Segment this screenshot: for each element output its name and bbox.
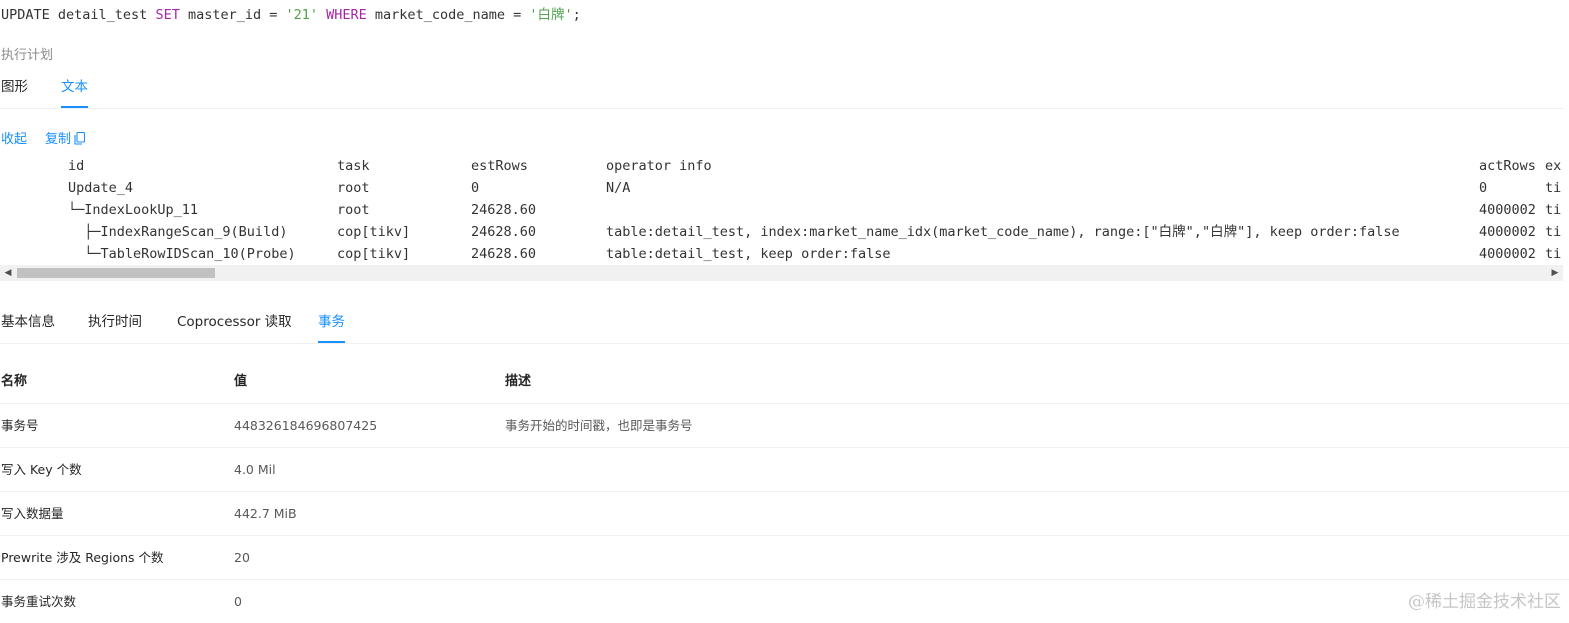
plan-cell-info: table:detail_test, index:market_name_idx… bbox=[606, 224, 1400, 240]
row-value: 442.7 MiB bbox=[234, 506, 297, 521]
plan-cell-estrows: 24628.60 bbox=[471, 246, 537, 262]
sql-text: market_code_name = bbox=[366, 7, 530, 23]
plan-view-tabs: 图形 文本 bbox=[0, 72, 1563, 109]
watermark: @稀土掘金技术社区 bbox=[1408, 592, 1561, 612]
plan-row: ├─IndexRangeScan_9(Build) cop[tikv] 2462… bbox=[0, 221, 1563, 243]
tab-graph[interactable]: 图形 bbox=[1, 72, 28, 106]
copy-icon bbox=[74, 131, 86, 149]
tab-text[interactable]: 文本 bbox=[61, 72, 88, 108]
sql-statement: UPDATE detail_test SET master_id = '21' … bbox=[1, 5, 581, 25]
plan-cell-id: Update_4 bbox=[68, 180, 134, 196]
plan-cell-estrows: 24628.60 bbox=[471, 202, 537, 218]
plan-cell-ex: ti bbox=[1545, 246, 1562, 262]
plan-col-id: id bbox=[68, 158, 85, 174]
sql-text: ; bbox=[572, 7, 581, 23]
plan-col-estrows: estRows bbox=[471, 158, 528, 174]
plan-header-row: id task estRows operator info actRows ex bbox=[0, 155, 1563, 177]
plan-cell-task: root bbox=[337, 202, 370, 218]
plan-cell-ex: ti bbox=[1545, 224, 1562, 240]
row-value: 20 bbox=[234, 550, 250, 565]
plan-section-label: 执行计划 bbox=[1, 48, 54, 63]
table-row: 写入数据量 442.7 MiB bbox=[0, 492, 1569, 536]
table-row: 事务重试次数 0 bbox=[0, 580, 1569, 623]
row-value: 0 bbox=[234, 594, 242, 609]
header-value: 值 bbox=[234, 374, 248, 389]
scroll-right-arrow-icon[interactable]: ▶ bbox=[1547, 265, 1563, 281]
tab-execution-time[interactable]: 执行时间 bbox=[88, 307, 142, 341]
sql-keyword-set: SET bbox=[155, 7, 180, 23]
sql-string-value: '白牌' bbox=[529, 7, 573, 23]
plan-cell-actrows: 0 bbox=[1479, 180, 1488, 196]
plan-cell-actrows: 4000002 bbox=[1479, 202, 1536, 218]
tab-transaction[interactable]: 事务 bbox=[318, 307, 345, 343]
sql-text: UPDATE detail_test bbox=[1, 7, 156, 23]
plan-cell-info: table:detail_test, keep order:false bbox=[606, 246, 891, 262]
sql-keyword-where: WHERE bbox=[326, 7, 367, 23]
table-row: 写入 Key 个数 4.0 Mil bbox=[0, 448, 1569, 492]
plan-cell-task: cop[tikv] bbox=[337, 224, 411, 240]
plan-cell-estrows: 24628.60 bbox=[471, 224, 537, 240]
row-name: 事务重试次数 bbox=[1, 594, 77, 609]
collapse-link[interactable]: 收起 bbox=[1, 128, 27, 147]
plan-cell-id: └─TableRowIDScan_10(Probe) bbox=[68, 246, 296, 262]
plan-col-task: task bbox=[337, 158, 370, 174]
plan-cell-task: cop[tikv] bbox=[337, 246, 411, 262]
sql-text: master_id = bbox=[179, 7, 286, 23]
row-name: 写入 Key 个数 bbox=[1, 462, 82, 477]
plan-col-ex: ex bbox=[1545, 158, 1562, 174]
row-name: 事务号 bbox=[1, 418, 39, 433]
header-description: 描述 bbox=[505, 374, 532, 389]
header-name: 名称 bbox=[1, 374, 28, 389]
plan-row: Update_4 root 0 N/A 0 ti bbox=[0, 177, 1563, 199]
row-value: 4.0 Mil bbox=[234, 462, 276, 477]
row-description: 事务开始的时间戳，也即是事务号 bbox=[505, 418, 693, 433]
scrollbar-thumb[interactable] bbox=[17, 268, 215, 278]
horizontal-scrollbar[interactable]: ◀ ▶ bbox=[0, 265, 1563, 281]
plan-cell-id: └─IndexLookUp_11 bbox=[68, 202, 199, 218]
table-header-row: 名称 值 描述 bbox=[0, 360, 1569, 404]
plan-col-actrows: actRows bbox=[1479, 158, 1536, 174]
table-row: Prewrite 涉及 Regions 个数 20 bbox=[0, 536, 1569, 580]
plan-col-operator-info: operator info bbox=[606, 158, 712, 174]
detail-tabs: 基本信息 执行时间 Coprocessor 读取 事务 bbox=[0, 307, 1569, 344]
scroll-left-arrow-icon[interactable]: ◀ bbox=[0, 265, 16, 281]
tab-basic-info[interactable]: 基本信息 bbox=[1, 307, 55, 341]
copy-button[interactable]: 复制 bbox=[45, 128, 86, 149]
table-row: 事务号 448326184696807425 事务开始的时间戳，也即是事务号 bbox=[0, 404, 1569, 448]
row-value: 448326184696807425 bbox=[234, 418, 378, 433]
row-name: Prewrite 涉及 Regions 个数 bbox=[1, 550, 164, 565]
tab-coprocessor-read[interactable]: Coprocessor 读取 bbox=[177, 307, 292, 341]
plan-cell-task: root bbox=[337, 180, 370, 196]
plan-row: └─TableRowIDScan_10(Probe) cop[tikv] 246… bbox=[0, 243, 1563, 265]
plan-cell-estrows: 0 bbox=[471, 180, 480, 196]
plan-cell-actrows: 4000002 bbox=[1479, 246, 1536, 262]
plan-cell-info: N/A bbox=[606, 180, 631, 196]
sql-string-value: '21' bbox=[285, 7, 319, 23]
transaction-info-table: 名称 值 描述 事务号 448326184696807425 事务开始的时间戳，… bbox=[0, 360, 1569, 623]
plan-row: └─IndexLookUp_11 root 24628.60 4000002 t… bbox=[0, 199, 1563, 221]
plan-cell-ex: ti bbox=[1545, 202, 1562, 218]
execution-plan-text: id task estRows operator info actRows ex… bbox=[0, 155, 1563, 265]
copy-label: 复制 bbox=[45, 132, 72, 147]
plan-cell-ex: ti bbox=[1545, 180, 1562, 196]
row-name: 写入数据量 bbox=[1, 506, 64, 521]
plan-cell-actrows: 4000002 bbox=[1479, 224, 1536, 240]
plan-cell-id: ├─IndexRangeScan_9(Build) bbox=[68, 224, 288, 240]
